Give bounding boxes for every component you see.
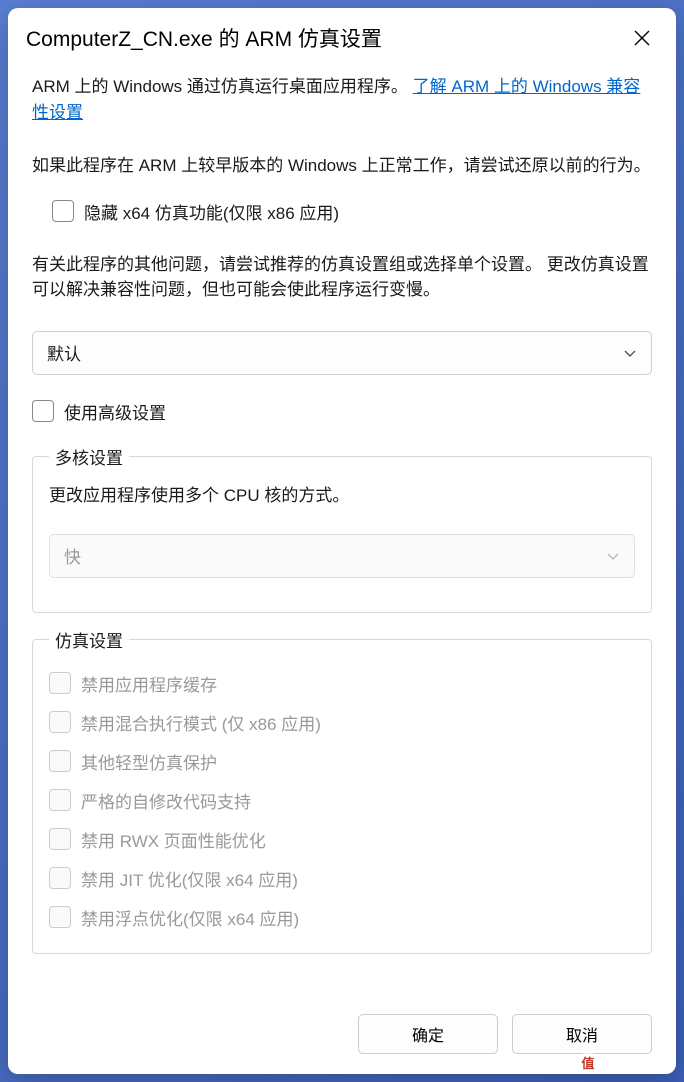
emu-opt-6-label: 禁用浮点优化(仅限 x64 应用)	[81, 905, 299, 930]
emu-opt-6-checkbox[interactable]	[49, 906, 71, 928]
emu-opt-0-row: 禁用应用程序缓存	[49, 664, 635, 703]
emulation-fieldset: 仿真设置 禁用应用程序缓存 禁用混合执行模式 (仅 x86 应用) 其他轻型仿真…	[32, 627, 652, 954]
emu-opt-5-row: 禁用 JIT 优化(仅限 x64 应用)	[49, 859, 635, 898]
preset-select-value: 默认	[47, 340, 81, 365]
close-icon	[634, 30, 650, 46]
watermark-text: 什么值得买	[604, 1052, 674, 1072]
cancel-button[interactable]: 取消	[512, 1014, 652, 1054]
other-issues-paragraph: 有关此程序的其他问题，请尝试推荐的仿真设置组或选择单个设置。 更改仿真设置可以解…	[32, 252, 652, 303]
emu-opt-5-checkbox[interactable]	[49, 867, 71, 889]
emu-opt-0-label: 禁用应用程序缓存	[81, 671, 217, 696]
multicore-select-value: 快	[64, 543, 81, 568]
advanced-label: 使用高级设置	[64, 399, 166, 424]
multicore-fieldset: 多核设置 更改应用程序使用多个 CPU 核的方式。 快	[32, 444, 652, 613]
advanced-row: 使用高级设置	[32, 393, 652, 430]
ok-button[interactable]: 确定	[358, 1014, 498, 1054]
watermark-badge-icon: 值	[578, 1052, 598, 1072]
emu-opt-5-label: 禁用 JIT 优化(仅限 x64 应用)	[81, 866, 298, 891]
emulation-legend: 仿真设置	[49, 627, 129, 652]
emu-opt-4-checkbox[interactable]	[49, 828, 71, 850]
emu-opt-1-row: 禁用混合执行模式 (仅 x86 应用)	[49, 703, 635, 742]
hide-x64-label: 隐藏 x64 仿真功能(仅限 x86 应用)	[84, 199, 339, 224]
emu-opt-3-row: 严格的自修改代码支持	[49, 781, 635, 820]
intro-text: ARM 上的 Windows 通过仿真运行桌面应用程序。 了解 ARM 上的 W…	[32, 74, 652, 125]
titlebar: ComputerZ_CN.exe 的 ARM 仿真设置	[8, 8, 676, 64]
emu-opt-2-row: 其他轻型仿真保护	[49, 742, 635, 781]
emu-opt-1-label: 禁用混合执行模式 (仅 x86 应用)	[81, 710, 321, 735]
dialog-content: ARM 上的 Windows 通过仿真运行桌面应用程序。 了解 ARM 上的 W…	[8, 64, 676, 1000]
emu-opt-3-checkbox[interactable]	[49, 789, 71, 811]
emu-opt-3-label: 严格的自修改代码支持	[81, 788, 251, 813]
emu-opt-4-row: 禁用 RWX 页面性能优化	[49, 820, 635, 859]
watermark: 值 什么值得买	[578, 1052, 674, 1072]
hide-x64-checkbox[interactable]	[52, 200, 74, 222]
advanced-checkbox[interactable]	[32, 400, 54, 422]
multicore-select[interactable]: 快	[49, 534, 635, 578]
intro-plain: ARM 上的 Windows 通过仿真运行桌面应用程序。	[32, 77, 408, 96]
emu-opt-1-checkbox[interactable]	[49, 711, 71, 733]
arm-emulation-dialog: ComputerZ_CN.exe 的 ARM 仿真设置 ARM 上的 Windo…	[8, 8, 676, 1074]
multicore-description: 更改应用程序使用多个 CPU 核的方式。	[49, 481, 635, 506]
close-button[interactable]	[626, 22, 658, 54]
dialog-footer: 确定 取消	[8, 1000, 676, 1074]
dialog-title: ComputerZ_CN.exe 的 ARM 仿真设置	[26, 23, 382, 53]
emu-opt-6-row: 禁用浮点优化(仅限 x64 应用)	[49, 898, 635, 937]
legacy-paragraph: 如果此程序在 ARM 上较早版本的 Windows 上正常工作，请尝试还原以前的…	[32, 153, 652, 179]
chevron-down-icon	[606, 549, 620, 563]
preset-select[interactable]: 默认	[32, 331, 652, 375]
chevron-down-icon	[623, 346, 637, 360]
emu-opt-2-checkbox[interactable]	[49, 750, 71, 772]
multicore-legend: 多核设置	[49, 444, 129, 469]
emu-opt-4-label: 禁用 RWX 页面性能优化	[81, 827, 266, 852]
hide-x64-row: 隐藏 x64 仿真功能(仅限 x86 应用)	[52, 193, 652, 230]
emu-opt-0-checkbox[interactable]	[49, 672, 71, 694]
emu-opt-2-label: 其他轻型仿真保护	[81, 749, 217, 774]
